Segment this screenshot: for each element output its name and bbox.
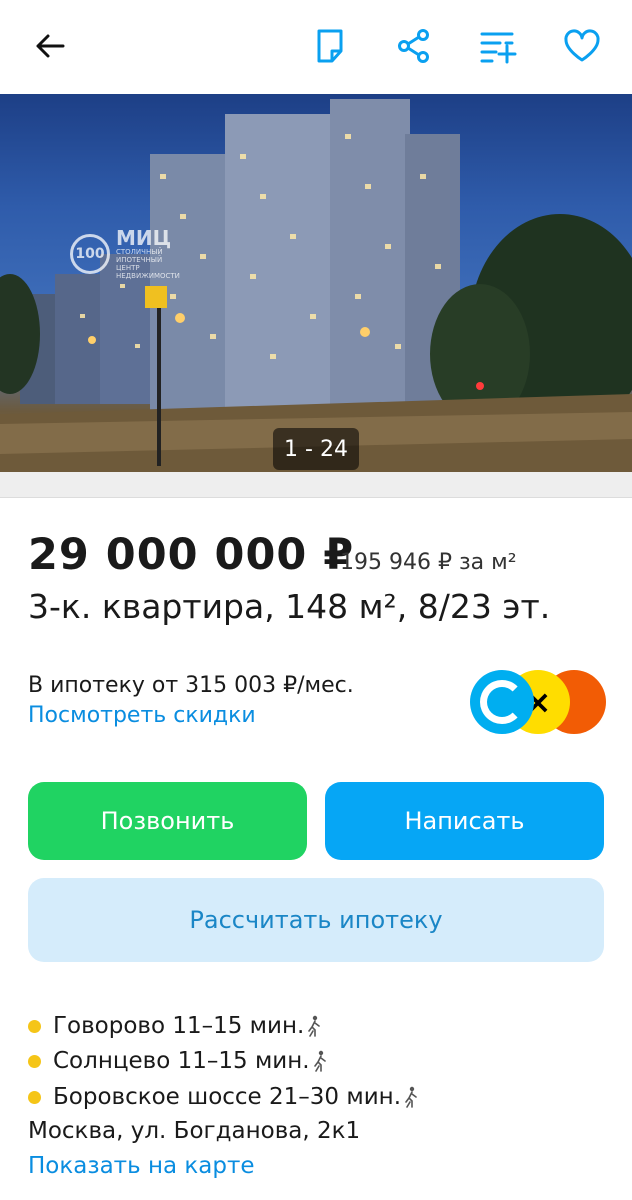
compare-icon[interactable] (476, 24, 520, 68)
logo-mark-icon: 100 (70, 234, 110, 274)
photo-counter: 1 - 24 (273, 428, 359, 470)
address: Москва, ул. Богданова, 2к1 (28, 1118, 361, 1144)
logo-name: МИЦ (116, 226, 172, 250)
metro-station: Боровское шоссе 21–30 мин. (28, 1084, 418, 1110)
back-arrow-icon[interactable] (28, 24, 72, 68)
building-photo (0, 99, 632, 472)
metro-line-dot-icon (28, 1054, 41, 1068)
calculate-mortgage-button[interactable]: Рассчитать ипотеку (28, 878, 604, 962)
section-divider (0, 472, 632, 498)
walking-icon (405, 1086, 417, 1108)
mortgage-text: В ипотеку от 315 003 ₽/мес. (28, 673, 354, 698)
listing-title: 3-к. квартира, 148 м², 8/23 эт. (28, 587, 551, 626)
price: 29 000 000 ₽ (28, 530, 355, 580)
photo-gallery[interactable]: 100 МИЦ СТОЛИЧНЫЙ ИПОТЕЧНЫЙ ЦЕНТР НЕДВИЖ… (0, 94, 632, 472)
bank-logos[interactable]: × (470, 670, 606, 734)
bank-logo-1-icon (470, 670, 534, 734)
note-icon[interactable] (308, 24, 352, 68)
watermark-logo: 100 МИЦ СТОЛИЧНЫЙ ИПОТЕЧНЫЙ ЦЕНТР НЕДВИЖ… (70, 228, 186, 280)
write-button[interactable]: Написать (325, 782, 604, 860)
show-on-map-link[interactable]: Показать на карте (28, 1153, 255, 1179)
walking-icon (308, 1015, 321, 1037)
share-icon[interactable] (392, 24, 436, 68)
logo-subtitle: СТОЛИЧНЫЙ ИПОТЕЧНЫЙ ЦЕНТР НЕДВИЖИМОСТИ (116, 248, 180, 280)
metro-station-label: Боровское шоссе 21–30 мин. (53, 1084, 402, 1110)
metro-station: Говорово 11–15 мин. (28, 1013, 321, 1039)
top-bar (0, 0, 632, 94)
heart-icon[interactable] (560, 24, 604, 68)
metro-line-dot-icon (28, 1090, 41, 1104)
discounts-link[interactable]: Посмотреть скидки (28, 703, 256, 728)
call-button[interactable]: Позвонить (28, 782, 307, 860)
metro-station-label: Говорово 11–15 мин. (53, 1013, 305, 1039)
metro-station-label: Солнцево 11–15 мин. (53, 1048, 310, 1074)
metro-line-dot-icon (28, 1019, 41, 1033)
metro-station: Солнцево 11–15 мин. (28, 1048, 327, 1074)
price-per-m2: 195 946 ₽ за м² (340, 550, 517, 575)
walking-icon (313, 1050, 326, 1072)
